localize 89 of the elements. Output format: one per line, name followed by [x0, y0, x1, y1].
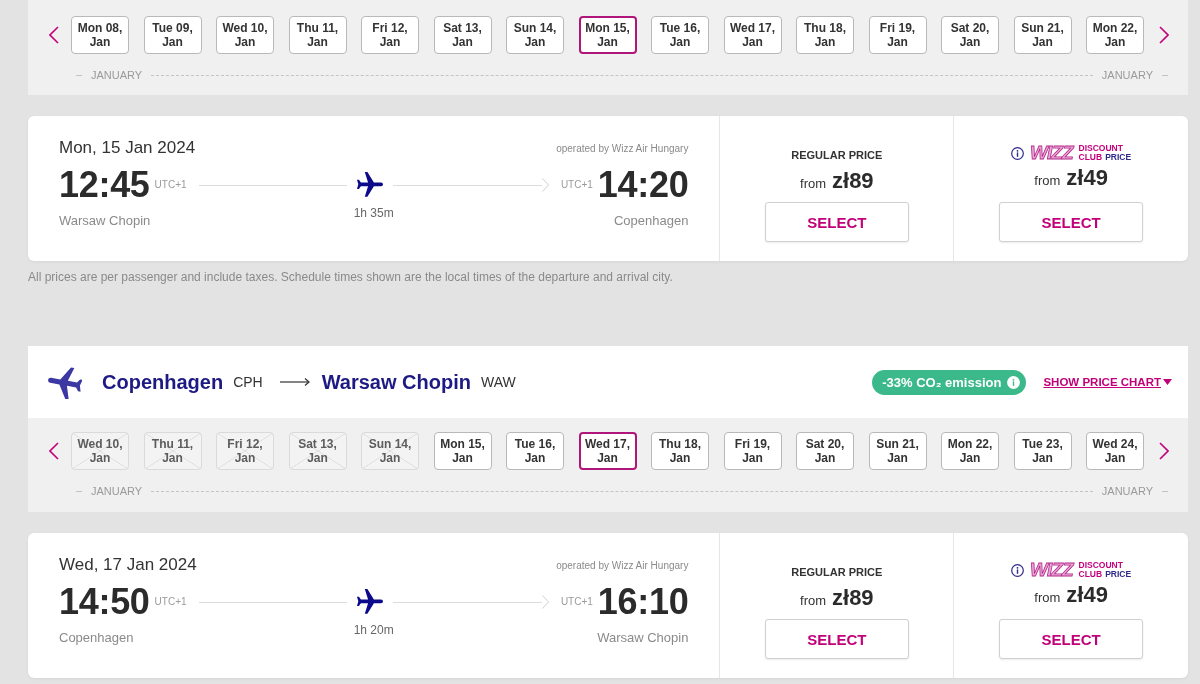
date-button[interactable]: Wed 17, Jan	[723, 16, 782, 54]
timezone-label: UTC+1	[560, 178, 593, 190]
info-icon[interactable]	[1011, 563, 1025, 577]
caret-down-icon	[1163, 379, 1172, 385]
destination-city: Warsaw Chopin	[321, 370, 471, 394]
operator-text: operated by Wizz Air Hungary	[556, 142, 689, 154]
date-button[interactable]: Tue 16, Jan	[506, 432, 564, 470]
airport-code: CPH	[233, 374, 263, 390]
airplane-icon	[357, 172, 384, 198]
date-button[interactable]: Wed 10, Jan	[216, 16, 274, 54]
info-icon[interactable]	[1011, 146, 1025, 160]
date-button[interactable]: Mon 15, Jan	[433, 432, 492, 470]
date-button[interactable]: Thu 18, Jan	[796, 16, 854, 54]
date-button[interactable]: Fri 12, Jan	[361, 16, 419, 54]
date-button[interactable]: Wed 17, Jan	[578, 432, 637, 470]
date-button[interactable]: Tue 09, Jan	[143, 16, 202, 54]
club-tag-word: DISCOUNT	[1078, 144, 1123, 153]
from-label: from	[1034, 590, 1061, 605]
select-button[interactable]: SELECT	[764, 202, 909, 242]
month-label: JANUARY	[91, 484, 143, 498]
departure-airport: Warsaw Chopin	[59, 213, 151, 229]
date-button[interactable]: Sat 20, Jan	[941, 16, 999, 54]
co2-emission-text: -33% CO₂ emission	[882, 374, 1002, 390]
price-amount: zł49	[1066, 165, 1108, 191]
departure-airport: Copenhagen	[59, 630, 134, 646]
timezone-label: UTC+1	[154, 595, 187, 607]
date-button[interactable]: Sun 21, Jan	[1013, 16, 1072, 54]
from-label: from	[800, 593, 826, 608]
month-label: JANUARY	[1101, 484, 1153, 498]
month-label: JANUARY	[91, 68, 143, 82]
flight-date: Mon, 15 Jan 2024	[59, 138, 196, 158]
flight-duration: 1h 20m	[353, 622, 394, 639]
club-tag-word: PRICE	[1105, 153, 1132, 162]
departure-time: 12:45	[59, 165, 150, 205]
airport-code: WAW	[480, 374, 516, 390]
departure-time: 14:50	[59, 582, 150, 622]
price-amount: zł89	[832, 168, 874, 194]
date-button[interactable]: Fri 19, Jan	[868, 16, 927, 54]
chevron-left-icon	[49, 26, 59, 44]
operator-text: operated by Wizz Air Hungary	[556, 559, 689, 571]
arrival-time: 16:10	[597, 582, 689, 622]
month-label: JANUARY	[1101, 68, 1153, 82]
show-price-chart-link[interactable]: SHOW PRICE CHART	[1043, 376, 1172, 388]
select-button[interactable]: SELECT	[999, 202, 1144, 242]
chevron-right-icon	[1159, 26, 1169, 44]
fare-title: REGULAR PRICE	[791, 565, 883, 579]
club-wordmark: WIZZ	[1030, 561, 1073, 579]
date-button[interactable]: Mon 08, Jan	[71, 16, 129, 54]
arrival-airport: Copenhagen	[613, 213, 689, 229]
date-button[interactable]: Thu 11, Jan	[288, 16, 347, 54]
date-button[interactable]: Tue 23, Jan	[1013, 432, 1072, 470]
flight-duration: 1h 35m	[353, 205, 394, 222]
date-button[interactable]: Fri 19, Jan	[723, 432, 782, 470]
date-button[interactable]: Tue 16, Jan	[651, 16, 709, 54]
date-button[interactable]: Sun 21, Jan	[868, 432, 927, 470]
club-tag-word: CLUB	[1078, 570, 1103, 579]
origin-city: Copenhagen	[102, 370, 224, 394]
club-tag-word: PRICE	[1105, 570, 1132, 579]
club-tag-word: CLUB	[1078, 153, 1103, 162]
timezone-label: UTC+1	[560, 595, 593, 607]
select-button[interactable]: SELECT	[999, 619, 1144, 659]
price-note: All prices are per passenger and include taxes. Schedule times shown are the local times of the departure and arrival city.	[28, 270, 674, 284]
date-button[interactable]: Sat 13, Jan	[433, 16, 492, 54]
chevron-left-icon	[49, 442, 59, 460]
date-button[interactable]: Sun 14, Jan	[506, 16, 564, 54]
airplane-icon	[48, 365, 82, 399]
flight-date: Wed, 17 Jan 2024	[59, 555, 197, 575]
date-button[interactable]: Mon 22, Jan	[941, 432, 999, 470]
date-button[interactable]: Thu 18, Jan	[651, 432, 709, 470]
timezone-label: UTC+1	[154, 178, 187, 190]
date-button[interactable]: Mon 22, Jan	[1086, 16, 1144, 54]
select-button[interactable]: SELECT	[764, 619, 909, 659]
from-label: from	[800, 176, 826, 191]
arrival-time: 14:20	[597, 165, 689, 205]
chevron-right-icon	[1159, 442, 1169, 460]
date-button[interactable]: Mon 15, Jan	[578, 16, 637, 54]
price-amount: zł89	[832, 585, 874, 611]
arrival-airport: Warsaw Chopin	[597, 630, 689, 646]
date-button[interactable]: Sat 20, Jan	[796, 432, 854, 470]
arrowhead-icon	[541, 595, 549, 609]
from-label: from	[1034, 173, 1061, 188]
arrowhead-icon	[541, 178, 549, 192]
club-wordmark: WIZZ	[1030, 144, 1073, 162]
date-button[interactable]: Wed 24, Jan	[1086, 432, 1144, 470]
fare-title: REGULAR PRICE	[791, 148, 883, 162]
price-amount: zł49	[1066, 582, 1108, 608]
club-tag-word: DISCOUNT	[1078, 561, 1123, 570]
airplane-icon	[357, 589, 384, 615]
arrow-right-icon	[279, 377, 310, 387]
